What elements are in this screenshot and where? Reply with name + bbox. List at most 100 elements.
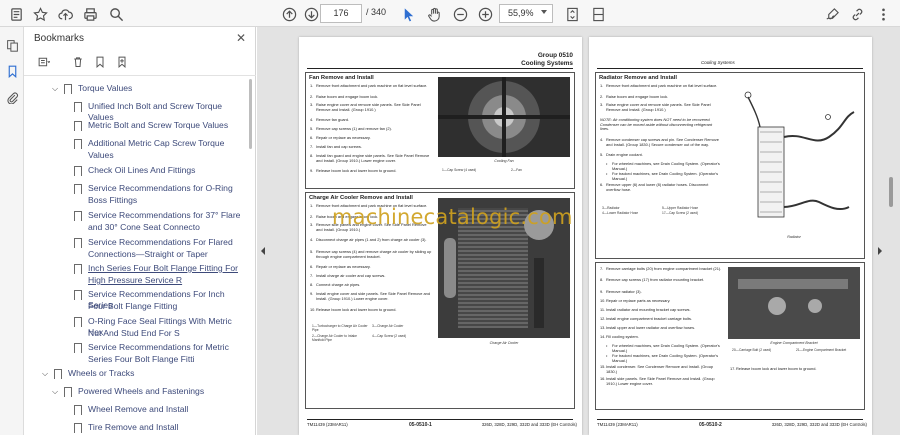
- bookmark-icon: [64, 84, 72, 95]
- bookmark-icon: [74, 405, 82, 416]
- legend-item: 5—Upper Radiator Hose: [662, 206, 699, 210]
- bookmark-powered-wheels[interactable]: ⌵ Powered Wheels and Fastenings: [24, 386, 244, 398]
- bookmarks-panel: Bookmarks ✕ ⌵ Torque Values Unified Inch…: [24, 27, 256, 435]
- select-cursor-icon[interactable]: [398, 4, 418, 24]
- note: NOTE: Air conditioning system does NOT n…: [600, 117, 713, 132]
- bookmark-options-icon[interactable]: [36, 54, 52, 70]
- bookmark-item[interactable]: Additional Metric Cap Screw Torque Value…: [24, 138, 244, 162]
- bookmark-item[interactable]: Wheel Remove and Install: [24, 404, 244, 416]
- hand-tool-icon[interactable]: [424, 4, 444, 24]
- bookmark-item[interactable]: Inch Series Four Bolt Flange Fitting For…: [24, 263, 244, 287]
- footer-models: 326D, 328D, 329D, 332D and 333D (EH Cont…: [771, 422, 867, 427]
- figure-caption: Radiator: [787, 235, 801, 239]
- home-icon[interactable]: [6, 4, 26, 24]
- legend-item: 1—Cap Screw (4 used): [442, 168, 477, 172]
- bookmarks-scrollbar[interactable]: [249, 79, 252, 149]
- side-rail: [0, 27, 24, 435]
- bookmark-item[interactable]: Service Recommendations for 37° Flare an…: [24, 210, 244, 234]
- edit-sign-icon[interactable]: [822, 4, 842, 24]
- document-viewport[interactable]: Group 0510 Cooling Systems Fan Remove an…: [257, 27, 900, 435]
- bookmark-icon: [74, 290, 82, 301]
- bookmark-item[interactable]: Metric Bolt and Screw Torque Values: [24, 120, 244, 132]
- divider: [24, 75, 256, 76]
- pages-panel-icon[interactable]: [4, 37, 20, 53]
- bookmark-item[interactable]: Check Oil Lines And Fittings: [24, 165, 244, 177]
- legend-item: 3—Radiator: [602, 206, 620, 210]
- section-title: Fan Remove and Install: [309, 75, 374, 81]
- bookmark-torque-values[interactable]: ⌵ Torque Values: [24, 83, 244, 95]
- running-header: Cooling Systems: [701, 60, 735, 65]
- footer-tm: TM11439 (23MAR11): [307, 422, 348, 427]
- section-title: Radiator Remove and Install: [599, 75, 677, 81]
- print-icon[interactable]: [80, 4, 100, 24]
- close-icon[interactable]: ✕: [234, 31, 248, 45]
- expand-bookmark-icon[interactable]: [114, 54, 130, 70]
- bookmark-item[interactable]: Unified Inch Bolt and Screw Torque Value…: [24, 101, 244, 122]
- figure-caption: Cooling Fan: [494, 159, 514, 163]
- bookmark-item[interactable]: Tire Remove and Install: [24, 422, 244, 434]
- fit-page-icon[interactable]: [562, 4, 582, 24]
- page-up-icon[interactable]: [279, 4, 299, 24]
- next-page-arrow-icon[interactable]: [878, 247, 882, 255]
- bookmark-item[interactable]: Service Recommendations for O-Ring Boss …: [24, 183, 244, 207]
- group-title: Group 0510: [537, 52, 573, 59]
- bookmark-item[interactable]: O-Ring Face Seal Fittings With Metric He…: [24, 316, 244, 340]
- bookmark-item[interactable]: Service Recommendations for Metric Serie…: [24, 342, 244, 366]
- page-down-icon[interactable]: [301, 4, 321, 24]
- chevron-down-icon[interactable]: ⌵: [52, 388, 60, 396]
- bookmark-icon: [74, 317, 82, 328]
- main-toolbar: 176 / 340 55,9%: [0, 0, 900, 27]
- chevron-down-icon[interactable]: ⌵: [42, 370, 50, 378]
- header-rule: [597, 68, 863, 69]
- bookmark-wheels-or-tracks[interactable]: ⌵ Wheels or Tracks: [24, 368, 244, 380]
- legend-item: 2—Fan: [511, 168, 522, 172]
- cooling-fan-photo: [438, 77, 570, 157]
- bookmark-item[interactable]: Service Recommendations For Flared Conne…: [24, 237, 244, 261]
- section-title: Charge Air Cooler Remove and Install: [309, 195, 413, 201]
- figure-caption: Engine Compartment Bracket: [770, 341, 818, 345]
- share-link-icon[interactable]: [847, 4, 867, 24]
- pdf-page-right: Cooling Systems Radiator Remove and Inst…: [589, 37, 872, 435]
- watermark-text: machinecatalogic.com: [332, 205, 573, 229]
- legend-item: 21—Engine Compartment Bracket: [796, 348, 847, 352]
- page-total: / 340: [366, 7, 387, 17]
- cloud-upload-icon[interactable]: [55, 4, 75, 24]
- header-rule: [307, 68, 573, 69]
- bookmark-star-icon[interactable]: [30, 4, 50, 24]
- vertical-scrollbar-thumb[interactable]: [889, 177, 893, 207]
- bookmark-icon: [74, 238, 82, 249]
- legend-item: 17—Cap Screw (2 used): [662, 211, 699, 215]
- vertical-scrollbar-track[interactable]: [889, 32, 893, 430]
- bookmark-icon: [64, 387, 72, 398]
- legend-item: 4—Lower Radiator Hose: [602, 211, 639, 215]
- search-icon[interactable]: [106, 4, 126, 24]
- footer-rule: [307, 419, 573, 420]
- zoom-in-icon[interactable]: [475, 4, 495, 24]
- bookmarks-title: Bookmarks: [34, 33, 85, 44]
- bookmark-item[interactable]: Service Recommendations For Inch Series …: [24, 289, 244, 313]
- bookmark-icon: [74, 102, 82, 113]
- scroll-mode-icon[interactable]: [588, 4, 608, 24]
- attachments-icon[interactable]: [4, 89, 20, 105]
- bookmark-icon: [74, 264, 82, 275]
- more-options-icon[interactable]: [873, 4, 893, 24]
- footer-models: 326D, 328D, 329D, 332D and 333D (EH Cont…: [481, 422, 577, 427]
- new-bookmark-icon[interactable]: [92, 54, 108, 70]
- previous-page-arrow-icon[interactable]: [261, 247, 265, 255]
- legend-item: 3—Charge Air Cooler: [372, 324, 404, 328]
- figure-caption: Charge Air Cooler: [489, 341, 519, 345]
- bookmark-icon: [74, 121, 82, 132]
- delete-bookmark-icon[interactable]: [70, 54, 86, 70]
- footer-rule: [597, 419, 863, 420]
- bookmark-tree: ⌵ Torque Values Unified Inch Bolt and Sc…: [24, 79, 246, 435]
- bookmark-icon: [74, 423, 82, 434]
- footer-page-number: 05-0510-2: [699, 422, 722, 428]
- bookmarks-panel-icon[interactable]: [4, 63, 20, 79]
- zoom-out-icon[interactable]: [450, 4, 470, 24]
- chevron-down-icon[interactable]: ⌵: [52, 85, 60, 93]
- footer-tm: TM11439 (23MAR11): [597, 422, 638, 427]
- page-number-input[interactable]: 176: [320, 4, 362, 23]
- chevron-down-icon: [541, 10, 547, 14]
- bookmark-icon: [74, 184, 82, 195]
- bookmarks-toolbar: [32, 53, 252, 71]
